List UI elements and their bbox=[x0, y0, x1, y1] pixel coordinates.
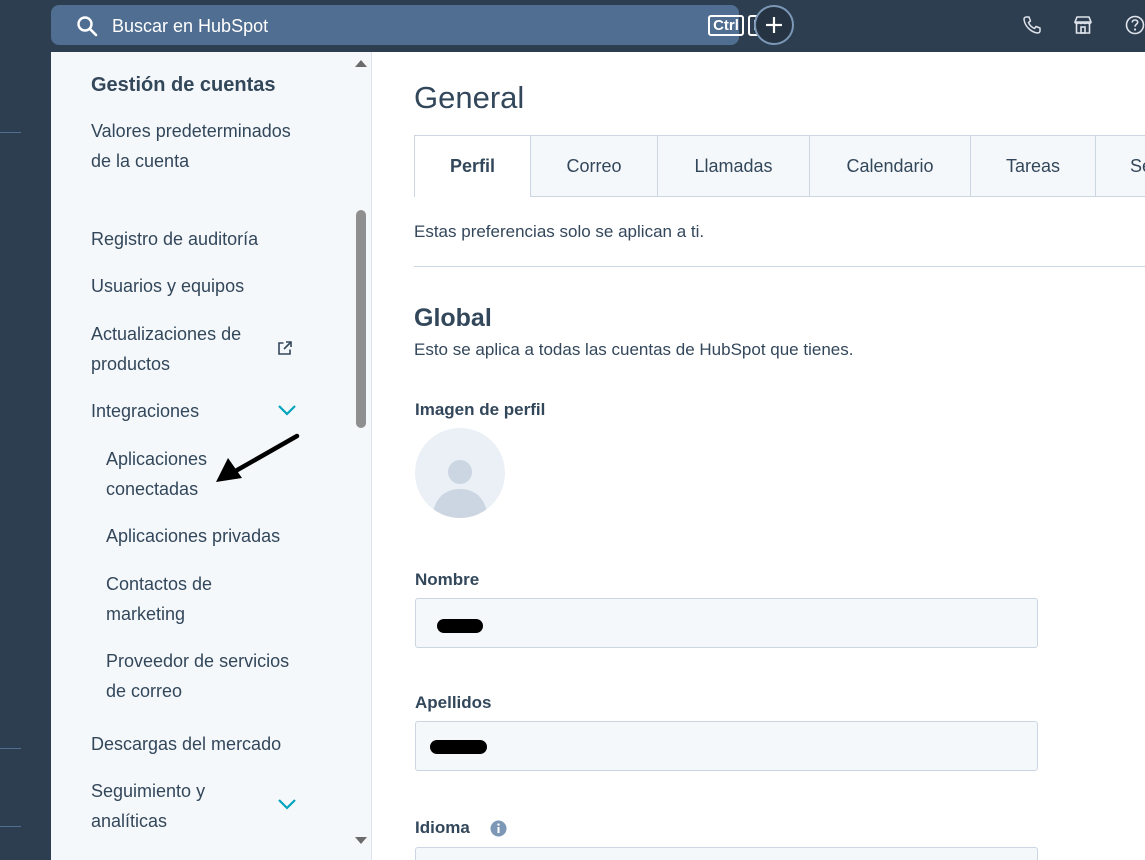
phone-icon[interactable] bbox=[1021, 14, 1043, 36]
sidebar-item-integrations[interactable]: Integraciones bbox=[91, 396, 296, 426]
info-icon[interactable] bbox=[490, 820, 507, 837]
first-name-label: Nombre bbox=[415, 570, 480, 589]
tab-calendar[interactable]: Calendario bbox=[810, 135, 971, 197]
marketplace-icon[interactable] bbox=[1072, 14, 1094, 36]
sidebar-item-audit-log[interactable]: Registro de auditoría bbox=[91, 224, 296, 254]
sidebar-section-title: Gestión de cuentas bbox=[91, 74, 276, 96]
plus-icon bbox=[766, 17, 782, 33]
section-title: Global bbox=[414, 304, 492, 332]
global-search-bar[interactable]: Buscar en HubSpot Ctrl K bbox=[51, 5, 769, 45]
rail-divider bbox=[0, 748, 21, 749]
rail-divider bbox=[0, 132, 21, 133]
chevron-down-icon[interactable] bbox=[277, 403, 297, 417]
tab-more[interactable]: Se bbox=[1096, 135, 1145, 197]
create-new-button[interactable] bbox=[754, 5, 794, 45]
scroll-down-arrow-icon[interactable] bbox=[354, 836, 368, 846]
language-select[interactable] bbox=[415, 847, 1038, 860]
avatar[interactable] bbox=[415, 428, 505, 518]
sidebar-item-email-service-provider[interactable]: Proveedor de servicios de correo bbox=[106, 646, 306, 706]
sidebar-item-marketing-contacts[interactable]: Contactos de marketing bbox=[106, 569, 256, 629]
section-description: Esto se aplica a todas las cuentas de Hu… bbox=[414, 340, 854, 359]
page-title: General bbox=[414, 80, 525, 115]
last-name-label: Apellidos bbox=[415, 693, 492, 712]
last-name-input[interactable] bbox=[415, 721, 1038, 771]
main-content: General Perfil Correo Llamadas Calendari… bbox=[372, 52, 1145, 860]
tab-tasks[interactable]: Tareas bbox=[971, 135, 1096, 197]
tab-email[interactable]: Correo bbox=[531, 135, 658, 197]
divider bbox=[414, 266, 1145, 267]
sidebar-scrollbar-thumb[interactable] bbox=[356, 210, 366, 428]
rail-divider bbox=[0, 826, 21, 827]
preferences-note: Estas preferencias solo se aplican a ti. bbox=[414, 222, 705, 241]
redacted-value bbox=[430, 740, 487, 754]
sidebar-item-private-apps[interactable]: Aplicaciones privadas bbox=[106, 521, 306, 551]
settings-tabs: Perfil Correo Llamadas Calendario Tareas… bbox=[414, 135, 1145, 197]
sidebar-item-product-updates[interactable]: Actualizaciones de productos bbox=[91, 319, 266, 379]
top-navigation-bar: Buscar en HubSpot Ctrl K bbox=[0, 0, 1145, 52]
sidebar-item-account-defaults[interactable]: Valores predeterminados de la cuenta bbox=[91, 116, 296, 176]
tab-calls[interactable]: Llamadas bbox=[658, 135, 810, 197]
user-silhouette-icon bbox=[432, 460, 488, 518]
search-icon bbox=[77, 16, 98, 37]
sidebar-item-marketplace-downloads[interactable]: Descargas del mercado bbox=[91, 729, 311, 759]
shortcut-ctrl-key: Ctrl bbox=[708, 15, 744, 36]
sidebar-item-tracking-analytics[interactable]: Seguimiento y analíticas bbox=[91, 776, 266, 836]
help-icon[interactable] bbox=[1124, 14, 1145, 36]
external-link-icon bbox=[278, 341, 292, 355]
annotation-arrow-icon bbox=[216, 433, 300, 482]
language-label: Idioma bbox=[415, 818, 470, 837]
scroll-up-arrow-icon[interactable] bbox=[354, 58, 368, 68]
tab-profile[interactable]: Perfil bbox=[414, 135, 531, 197]
search-placeholder: Buscar en HubSpot bbox=[112, 16, 269, 36]
chevron-down-icon[interactable] bbox=[277, 797, 297, 811]
profile-image-label: Imagen de perfil bbox=[415, 400, 546, 419]
first-name-input[interactable] bbox=[415, 598, 1038, 648]
sidebar-item-users-teams[interactable]: Usuarios y equipos bbox=[91, 271, 296, 301]
redacted-value bbox=[437, 619, 483, 633]
